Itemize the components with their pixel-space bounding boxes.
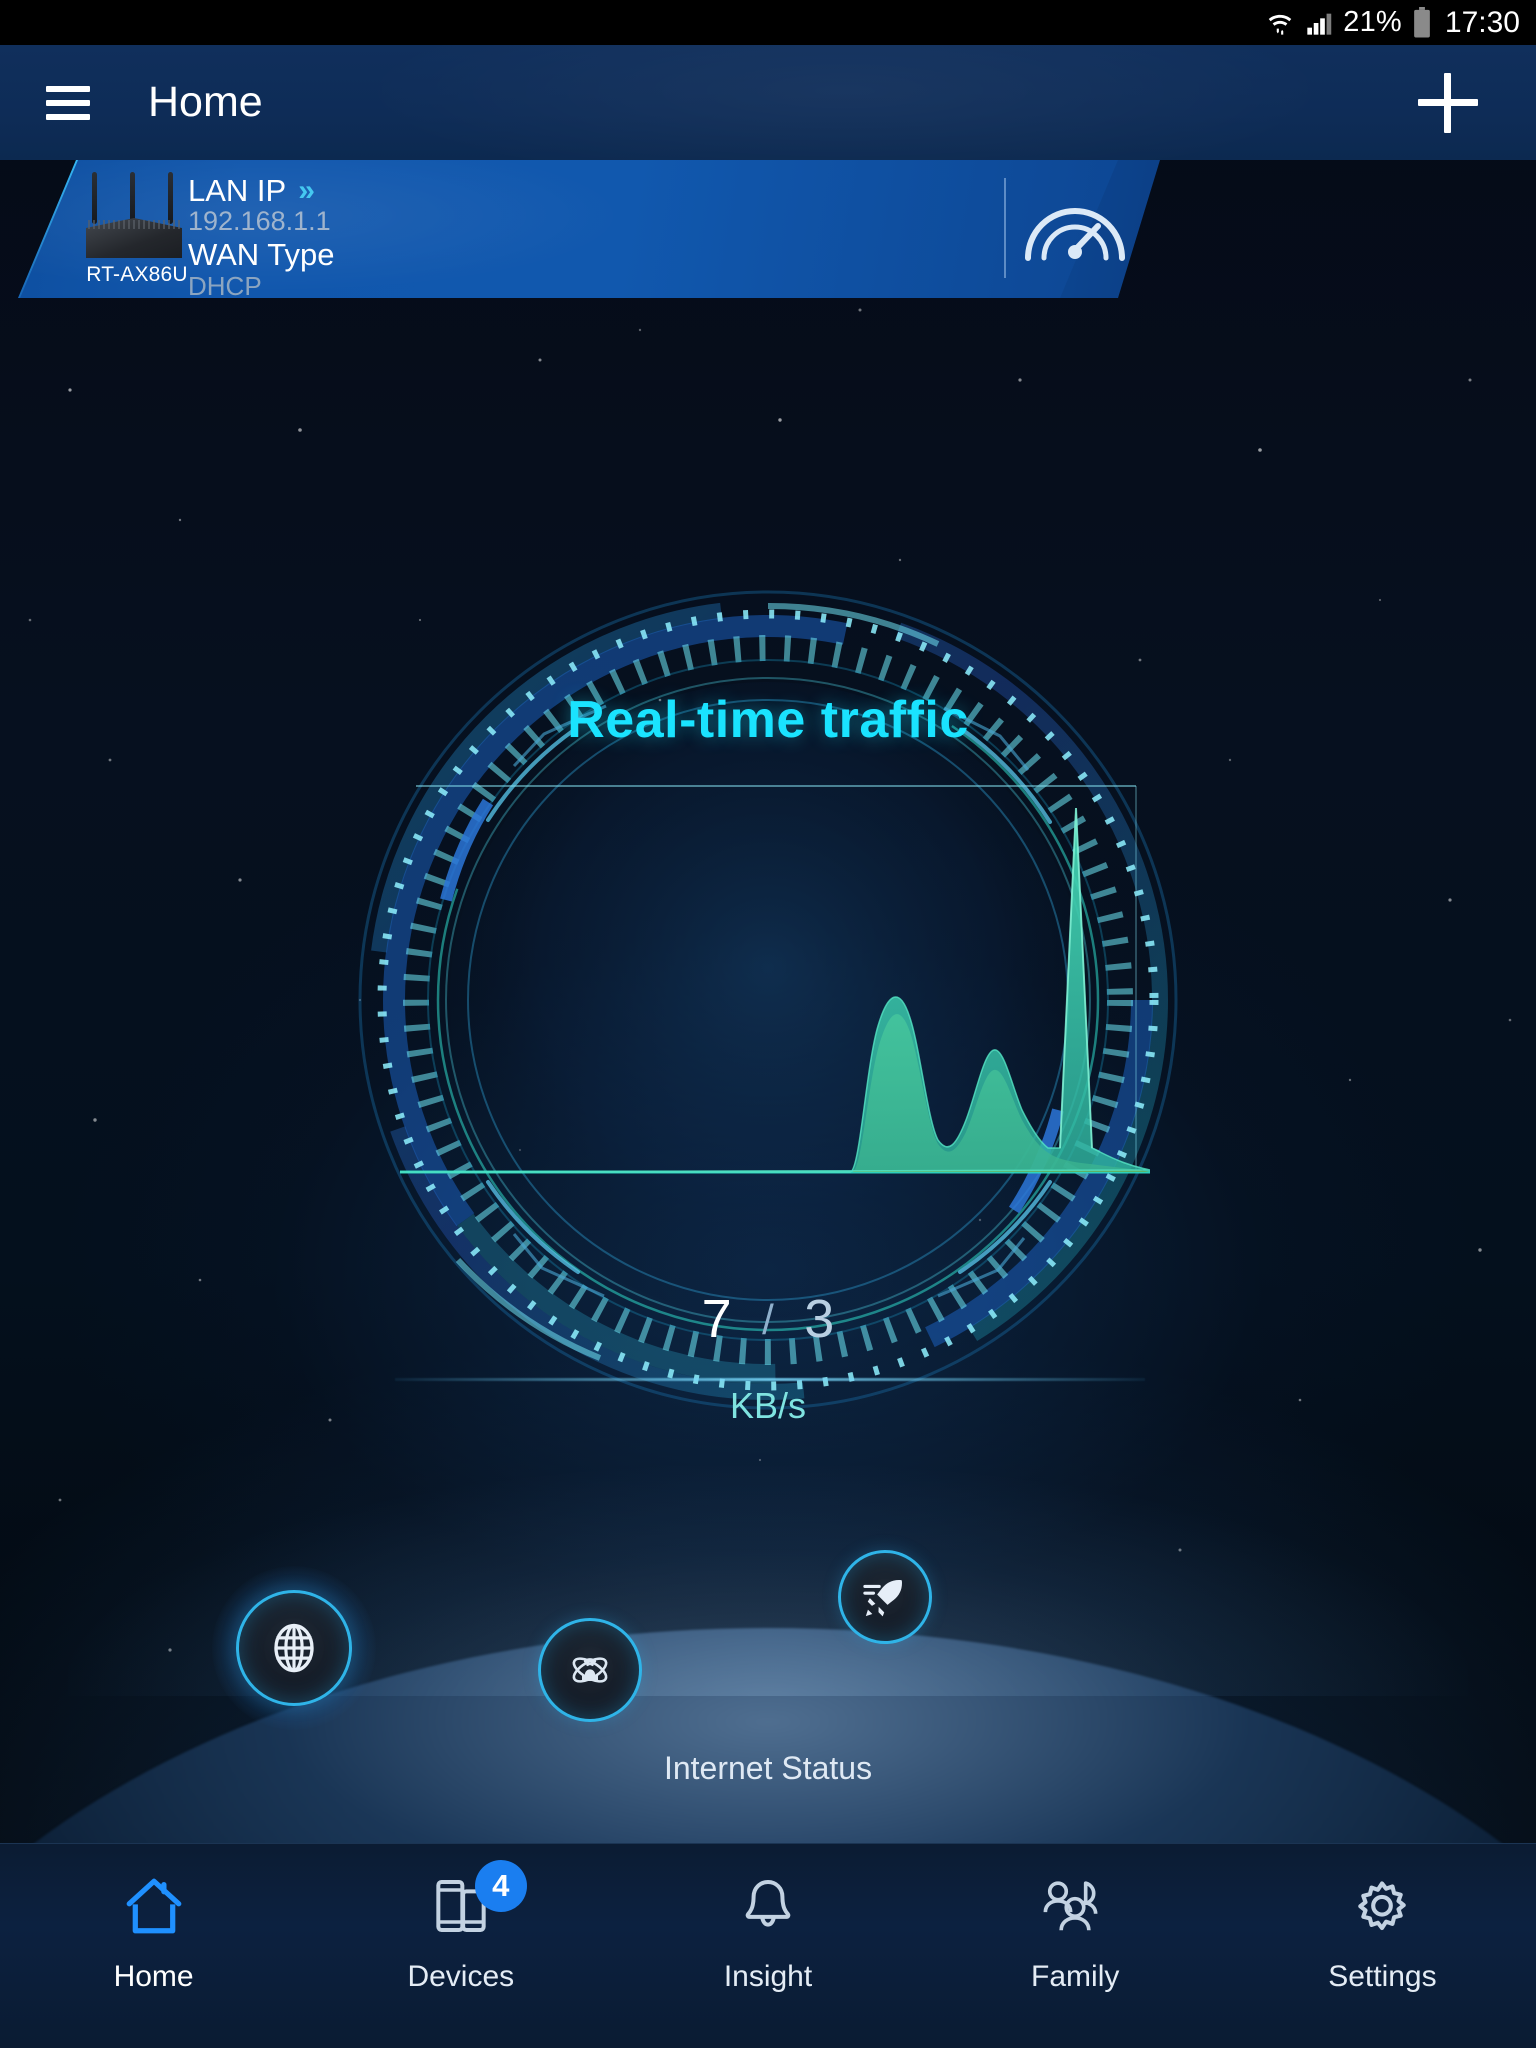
value-separator: / — [762, 1296, 774, 1343]
router-model-label: RT-AX86U — [86, 263, 188, 286]
hamburger-menu-icon[interactable] — [46, 85, 90, 120]
rocket-boost-icon — [863, 1580, 902, 1617]
tab-label: Family — [1031, 1960, 1120, 1993]
router-mesh-button[interactable] — [538, 1618, 642, 1722]
globe-icon — [274, 1623, 314, 1673]
battery-percent: 21% — [1343, 6, 1402, 38]
battery-icon — [1414, 6, 1430, 38]
wifi-icon — [1269, 14, 1292, 35]
tab-label: Home — [113, 1960, 194, 1993]
double-chevron-right-icon: » — [298, 174, 315, 207]
bottom-navigation-bar: Home 4 Devices Insight Family Settings — [0, 1843, 1536, 2048]
clock: 17:30 — [1444, 5, 1520, 39]
traffic-unit-label: KB/s — [729, 1385, 807, 1426]
tab-label: Insight — [723, 1960, 813, 1993]
tab-family[interactable]: Family — [922, 1844, 1229, 1994]
tab-settings[interactable]: Settings — [1229, 1844, 1536, 1994]
internet-status-label: Internet Status — [663, 1750, 873, 1786]
router-signal-icon — [572, 1657, 608, 1683]
gear-icon — [1349, 1870, 1415, 1942]
lan-ip-value: 192.168.1.1 — [188, 206, 331, 236]
page-title: Home — [148, 78, 263, 126]
people-icon — [1041, 1870, 1109, 1942]
wan-type-label: WAN Type — [188, 237, 335, 272]
home-icon — [121, 1870, 187, 1942]
devices-badge: 4 — [474, 1860, 527, 1912]
app-header: Home — [0, 45, 1536, 160]
router-image — [78, 172, 190, 258]
realtime-traffic-chart — [400, 785, 1150, 1174]
bell-icon — [736, 1870, 800, 1942]
tab-insight[interactable]: Insight — [614, 1844, 921, 1994]
boost-button[interactable] — [838, 1550, 932, 1644]
download-value: 3 — [804, 1289, 835, 1349]
app-screen: 21% 17:30 Home RT-AX86U LAN IP » 192.168… — [0, 0, 1536, 2048]
speedometer-icon[interactable] — [1020, 196, 1130, 266]
plus-icon[interactable] — [1418, 72, 1478, 133]
tab-devices[interactable]: 4 Devices — [307, 1844, 614, 1994]
devices-icon: 4 — [429, 1860, 527, 1942]
tab-home[interactable]: Home — [0, 1844, 307, 1994]
cellular-signal-icon — [1307, 13, 1332, 35]
tab-label: Settings — [1328, 1960, 1437, 1993]
traffic-values: 7 / 3 — [0, 1288, 1536, 1350]
card-divider — [1004, 178, 1006, 278]
internet-globe-button[interactable] — [236, 1590, 352, 1706]
tab-label: Devices — [407, 1960, 515, 1993]
unit-divider — [395, 1378, 1145, 1381]
wan-type-value: DHCP — [188, 271, 262, 301]
upload-value: 7 — [701, 1289, 732, 1349]
status-bar: 21% 17:30 — [0, 0, 1536, 45]
realtime-traffic-title: Real-time traffic — [567, 691, 969, 749]
lan-ip-label: LAN IP — [188, 173, 287, 208]
lan-ip-row[interactable]: LAN IP » — [188, 173, 315, 209]
